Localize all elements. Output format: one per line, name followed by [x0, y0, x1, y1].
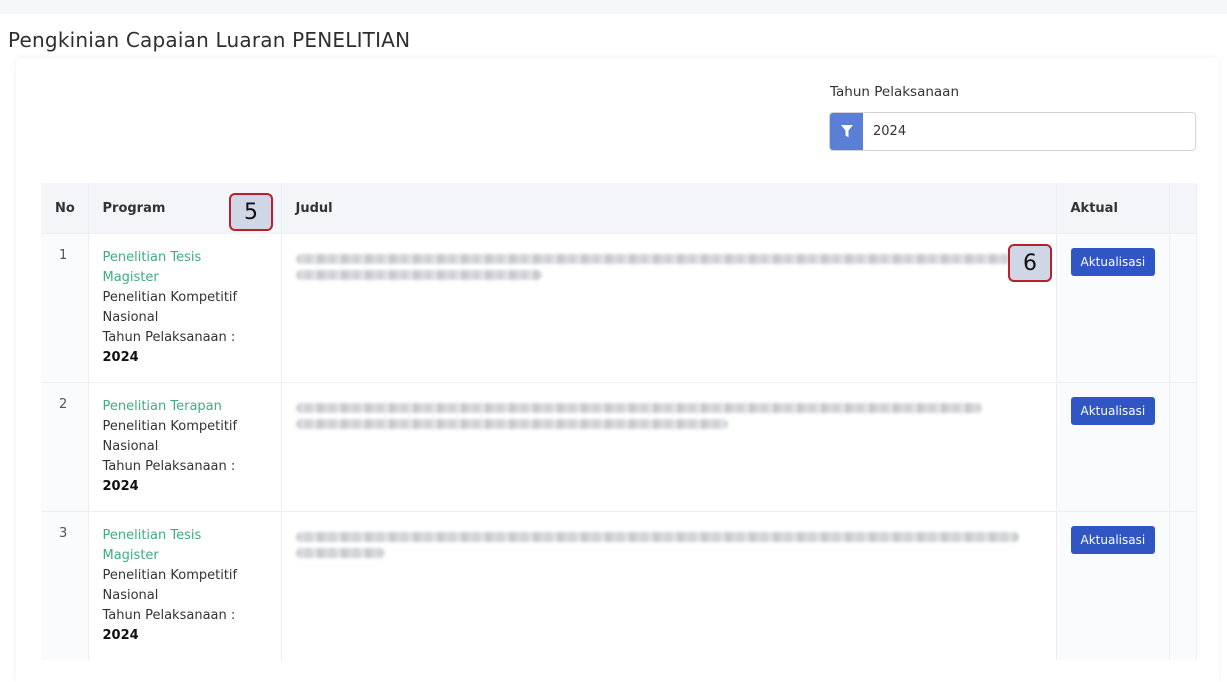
spacer-cell — [1169, 382, 1197, 512]
top-band — [0, 0, 1227, 14]
year-label: Tahun Pelaksanaan : — [102, 459, 236, 474]
redacted-title-line — [295, 419, 729, 429]
program-cell: Penelitian Terapan Penelitian Kompetitif… — [88, 382, 282, 512]
aktualisasi-button[interactable]: Aktualisasi — [1070, 526, 1156, 554]
scheme-line: Penelitian Kompetitif — [102, 568, 238, 583]
page-root: Pengkinian Capaian Luaran PENELITIAN Tah… — [0, 0, 1227, 682]
title-cell-redacted — [281, 382, 1057, 512]
filter-button[interactable] — [830, 113, 863, 150]
scheme-line: Penelitian Kompetitif — [102, 290, 238, 305]
title-cell-redacted — [281, 233, 1057, 383]
scheme-line: Nasional — [102, 310, 159, 325]
program-name-line: Magister — [102, 270, 159, 285]
year-label: Tahun Pelaksanaan : — [102, 330, 236, 345]
year-value: 2024 — [102, 350, 139, 365]
program-cell: Penelitian Tesis Magister Penelitian Kom… — [88, 511, 282, 660]
annotation-badge-action: 6 — [1008, 244, 1052, 282]
page-title: Pengkinian Capaian Luaran PENELITIAN — [8, 28, 411, 52]
program-name-line: Penelitian Tesis — [102, 250, 202, 265]
program-link[interactable]: Penelitian Tesis Magister — [103, 248, 267, 288]
aktualisasi-button[interactable]: Aktualisasi — [1070, 397, 1156, 425]
program-name-line: Penelitian Tesis — [102, 528, 202, 543]
header-spacer — [1169, 183, 1197, 234]
table-row: 2 Penelitian Terapan Penelitian Kompetit… — [41, 382, 1197, 512]
year-value: 2024 — [102, 628, 139, 643]
aktualisasi-button[interactable]: Aktualisasi — [1070, 248, 1156, 276]
year-label: Tahun Pelaksanaan : — [102, 608, 236, 623]
redacted-title-line — [295, 254, 1012, 264]
program-name-line: Penelitian Terapan — [102, 399, 222, 414]
table-row: 3 Penelitian Tesis Magister Penelitian K… — [41, 511, 1197, 660]
program-link[interactable]: Penelitian Tesis Magister — [103, 526, 267, 566]
spacer-cell — [1169, 233, 1197, 383]
redacted-title-line — [295, 548, 386, 558]
header-no: No — [41, 183, 89, 234]
action-cell: Aktualisasi — [1056, 382, 1170, 512]
action-cell: Aktualisasi — [1056, 511, 1170, 660]
year-value: 2024 — [102, 479, 139, 494]
row-no: 2 — [41, 382, 89, 512]
program-cell: Penelitian Tesis Magister Penelitian Kom… — [88, 233, 282, 383]
header-aktual: Aktual — [1056, 183, 1170, 234]
annotation-badge-program: 5 — [229, 193, 273, 231]
filter-icon — [840, 125, 853, 138]
row-no: 1 — [41, 233, 89, 383]
redacted-title-line — [295, 532, 1020, 542]
action-cell: Aktualisasi — [1056, 233, 1170, 383]
title-cell-redacted — [281, 511, 1057, 660]
scheme-line: Penelitian Kompetitif — [102, 419, 238, 434]
header-judul: Judul — [281, 183, 1057, 234]
filter-label: Tahun Pelaksanaan — [830, 84, 960, 100]
row-no: 3 — [41, 511, 89, 660]
year-filter — [829, 112, 1196, 151]
program-link[interactable]: Penelitian Terapan — [103, 397, 267, 417]
program-name-line: Magister — [102, 548, 159, 563]
redacted-title-line — [295, 270, 542, 280]
redacted-title-line — [295, 403, 982, 413]
table-header-row: No Program Judul Aktual — [41, 183, 1197, 234]
spacer-cell — [1169, 511, 1197, 660]
scheme-line: Nasional — [102, 588, 159, 603]
year-input[interactable] — [863, 113, 1195, 150]
scheme-line: Nasional — [102, 439, 159, 454]
